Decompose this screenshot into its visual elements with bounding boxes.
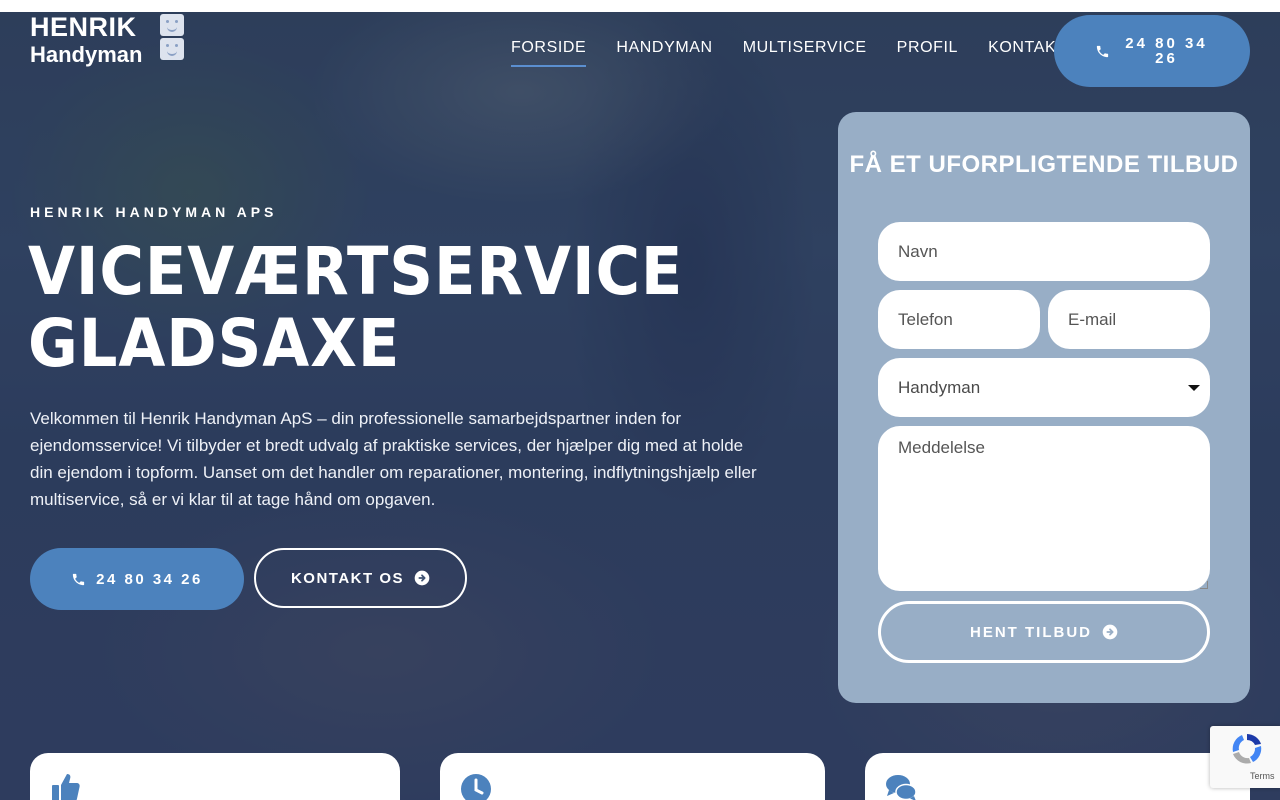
logo[interactable]: HENRIK Handyman [30,12,190,68]
nav-item-multiservice[interactable]: MULTISERVICE [743,39,867,67]
thumbs-up-icon [50,771,82,800]
logo-wordmark-line1: HENRIK [30,12,137,42]
quote-form-title: FÅ ET UFORPLIGTENDE TILBUD [849,151,1239,178]
hero-title-line2: GLADSAXE [28,305,401,382]
feature-card [440,753,825,800]
logo-smiley-icon [160,38,184,60]
service-select-value: Handyman [898,377,981,397]
hero-intro: Velkommen til Henrik Handyman ApS – din … [30,409,757,509]
arrow-circle-right-icon [414,570,430,586]
logo-wordmark-line2: Handyman [30,42,143,67]
contact-us-label: KONTAKT OS [290,569,405,587]
email-field[interactable]: E-mail [1048,290,1210,349]
hero-phone-button[interactable]: 24 80 34 26 [30,548,244,610]
phone-field[interactable]: Telefon [878,290,1040,349]
resize-handle-icon[interactable] [1200,581,1208,589]
recaptcha-terms-link[interactable]: Terms [1250,771,1275,781]
nav-item-forside[interactable]: FORSIDE [511,39,587,67]
arrow-circle-right-icon [1102,624,1118,640]
header-phone-button[interactable]: 24 80 34 26 [1054,15,1250,87]
caret-down-icon [1188,384,1200,391]
phone-placeholder: Telefon [898,309,953,329]
hero-title: VICEVÆRTSERVICE GLADSAXE [28,236,746,380]
email-placeholder: E-mail [1068,309,1117,329]
service-select[interactable]: Handyman [878,358,1210,417]
recaptcha-badge[interactable]: Terms [1210,726,1280,788]
recaptcha-logo-icon [1230,732,1264,766]
hero-title-line1: VICEVÆRTSERVICE [28,233,684,310]
header-phone-number: 24 80 34 26 [1125,35,1208,67]
get-quote-label: HENT TILBUD [970,623,1092,641]
top-strip [0,0,1280,12]
message-placeholder: Meddelelse [898,438,985,457]
name-field[interactable]: Navn [878,222,1210,281]
name-placeholder: Navn [898,241,938,261]
get-quote-button[interactable]: HENT TILBUD [878,601,1210,663]
phone-icon [1095,44,1110,59]
feature-card [865,753,1250,800]
phone-icon [71,572,86,587]
nav-item-profil[interactable]: PROFIL [897,39,958,67]
clock-icon [460,771,492,800]
logo-smiley-icon [160,14,184,36]
comments-icon [885,771,917,800]
hero-phone-label: 24 80 34 26 [96,570,203,588]
contact-us-button[interactable]: KONTAKT OS [254,548,467,608]
feature-card [30,753,400,800]
message-field[interactable]: Meddelelse [878,426,1210,591]
main-nav: FORSIDE HANDYMAN MULTISERVICE PROFIL KON… [511,39,1067,67]
hero-eyebrow: HENRIK HANDYMAN APS [30,204,278,220]
quote-form: FÅ ET UFORPLIGTENDE TILBUD Navn Telefon … [838,112,1250,703]
nav-item-handyman[interactable]: HANDYMAN [616,39,712,67]
